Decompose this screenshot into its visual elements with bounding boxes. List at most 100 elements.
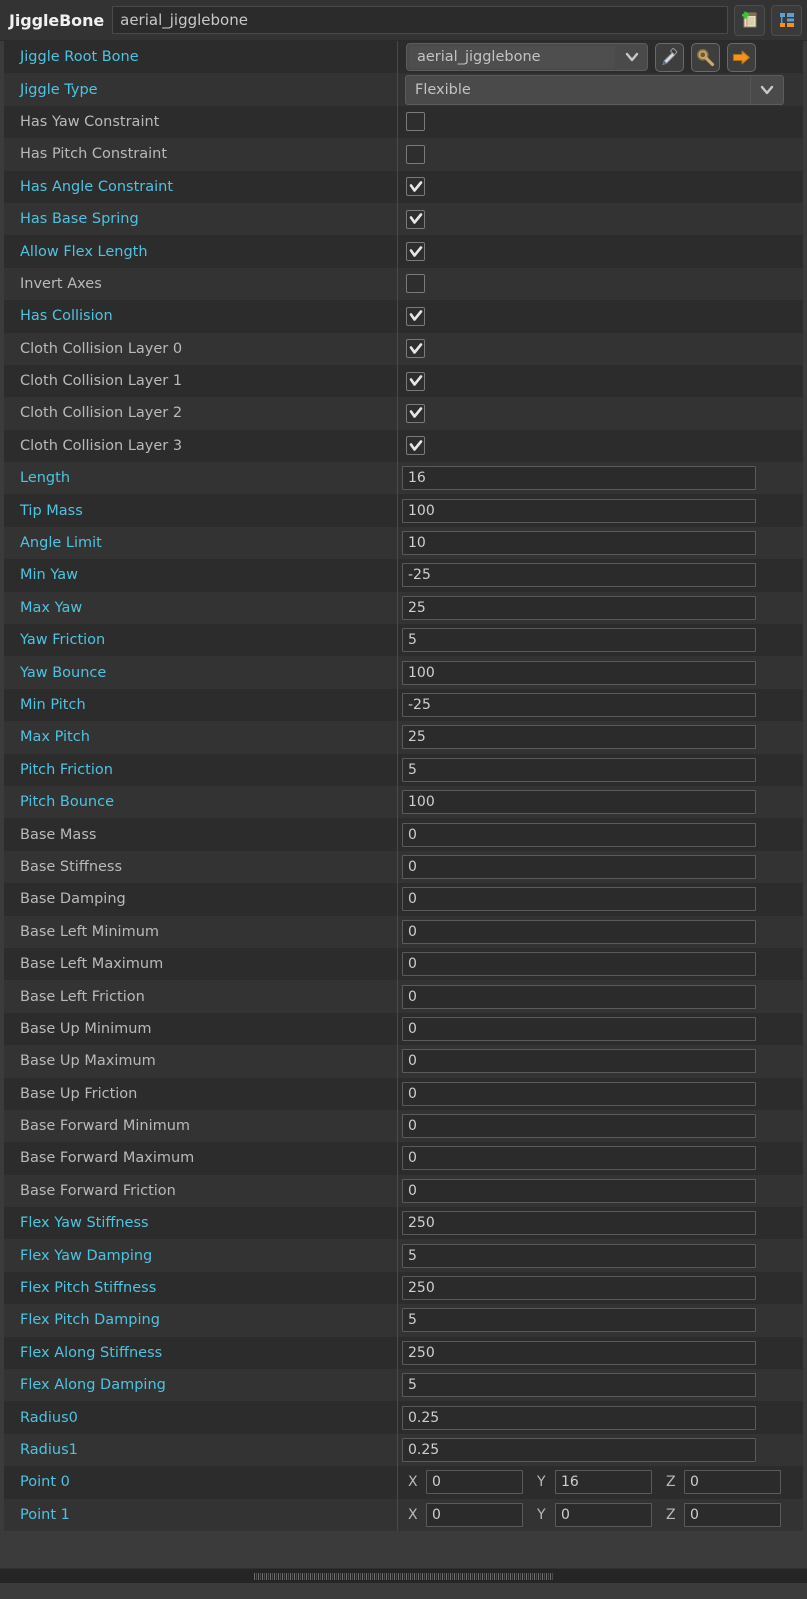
- bone-picker-dropdown[interactable]: aerial_jigglebone: [406, 43, 648, 71]
- property-row: Flex Along Damping: [4, 1369, 803, 1401]
- value-input[interactable]: [402, 1211, 756, 1235]
- vector-input-y[interactable]: [555, 1503, 652, 1527]
- value-input[interactable]: [402, 661, 756, 685]
- checkbox-has-base-spring[interactable]: [406, 210, 425, 229]
- checkbox-cloth-collision-layer-3[interactable]: [406, 436, 425, 455]
- checkbox-cloth-collision-layer-2[interactable]: [406, 404, 425, 423]
- value-input[interactable]: [402, 985, 756, 1009]
- property-label: Has Collision: [4, 308, 397, 324]
- property-label: Has Yaw Constraint: [4, 114, 397, 130]
- property-rows: Jiggle Root Boneaerial_jiggleboneJiggle …: [0, 41, 807, 1568]
- checkbox-cloth-collision-layer-1[interactable]: [406, 372, 425, 391]
- find-bone-button[interactable]: [691, 43, 720, 72]
- resize-grip[interactable]: [254, 1573, 554, 1580]
- property-value: [397, 1434, 803, 1466]
- check-icon: [409, 180, 423, 194]
- vector-input-z[interactable]: [684, 1503, 781, 1527]
- checkbox-has-angle-constraint[interactable]: [406, 177, 425, 196]
- bone-picker-chevron[interactable]: [617, 48, 647, 66]
- value-input[interactable]: [402, 1114, 756, 1138]
- value-input[interactable]: [402, 1049, 756, 1073]
- property-value: [397, 754, 803, 786]
- property-value: [397, 106, 803, 138]
- property-value: XYZ: [397, 1499, 803, 1531]
- value-input[interactable]: [402, 920, 756, 944]
- value-input[interactable]: [402, 531, 756, 555]
- vector-input-y[interactable]: [555, 1470, 652, 1494]
- value-input[interactable]: [402, 1146, 756, 1170]
- checkbox-cloth-collision-layer-0[interactable]: [406, 339, 425, 358]
- property-value: [397, 948, 803, 980]
- pick-bone-button[interactable]: [655, 43, 684, 72]
- goto-bone-button[interactable]: [727, 43, 756, 72]
- jiggle-type-dropdown[interactable]: Flexible: [405, 75, 784, 105]
- checkbox-allow-flex-length[interactable]: [406, 242, 425, 261]
- value-input[interactable]: [402, 1244, 756, 1268]
- value-input[interactable]: [402, 1341, 756, 1365]
- value-input[interactable]: [402, 1179, 756, 1203]
- value-input[interactable]: [402, 1082, 756, 1106]
- list-view-button[interactable]: [771, 5, 802, 36]
- property-value: [397, 235, 803, 267]
- chevron-down-icon: [623, 48, 641, 66]
- panel-footer: [0, 1568, 807, 1583]
- property-label: Cloth Collision Layer 1: [4, 373, 397, 389]
- property-value: [397, 397, 803, 429]
- property-label: Base Up Minimum: [4, 1021, 397, 1037]
- checkbox-has-yaw-constraint[interactable]: [406, 112, 425, 131]
- value-input[interactable]: [402, 628, 756, 652]
- property-label: Tip Mass: [4, 503, 397, 519]
- value-input[interactable]: [402, 725, 756, 749]
- value-input[interactable]: [402, 499, 756, 523]
- check-icon: [409, 212, 423, 226]
- property-value: [397, 883, 803, 915]
- value-input[interactable]: [402, 1438, 756, 1462]
- property-value: [397, 268, 803, 300]
- property-label: Yaw Bounce: [4, 665, 397, 681]
- value-input[interactable]: [402, 1276, 756, 1300]
- vector-field-group: XYZ: [402, 1503, 781, 1527]
- value-input[interactable]: [402, 1373, 756, 1397]
- vector-input-z[interactable]: [684, 1470, 781, 1494]
- page-title: JiggleBone: [5, 11, 112, 30]
- property-label: Base Up Friction: [4, 1086, 397, 1102]
- value-input[interactable]: [402, 823, 756, 847]
- axis-label-z: Z: [666, 1507, 684, 1523]
- vector-input-x[interactable]: [426, 1470, 523, 1494]
- property-row: Flex Yaw Stiffness: [4, 1207, 803, 1239]
- property-value: [397, 430, 803, 462]
- checkbox-invert-axes[interactable]: [406, 274, 425, 293]
- value-input[interactable]: [402, 1017, 756, 1041]
- value-input[interactable]: [402, 466, 756, 490]
- property-value: [397, 592, 803, 624]
- property-row: Tip Mass: [4, 494, 803, 526]
- property-label: Has Pitch Constraint: [4, 146, 397, 162]
- jigglebone-name-input[interactable]: [112, 6, 728, 34]
- property-label: Flex Along Damping: [4, 1377, 397, 1393]
- checkbox-has-pitch-constraint[interactable]: [406, 145, 425, 164]
- property-row: Yaw Friction: [4, 624, 803, 656]
- value-input[interactable]: [402, 1308, 756, 1332]
- chevron-down-icon: [758, 81, 776, 99]
- value-input[interactable]: [402, 758, 756, 782]
- property-row: Length: [4, 462, 803, 494]
- property-value: [397, 1337, 803, 1369]
- eyedropper-icon: [659, 47, 680, 68]
- value-input[interactable]: [402, 1406, 756, 1430]
- new-jigglebone-button[interactable]: [734, 5, 765, 36]
- checkbox-has-collision[interactable]: [406, 307, 425, 326]
- property-label: Min Yaw: [4, 567, 397, 583]
- vector-input-x[interactable]: [426, 1503, 523, 1527]
- value-input[interactable]: [402, 693, 756, 717]
- value-input[interactable]: [402, 596, 756, 620]
- jiggle-type-chevron[interactable]: [750, 76, 783, 104]
- value-input[interactable]: [402, 855, 756, 879]
- value-input[interactable]: [402, 952, 756, 976]
- value-input[interactable]: [402, 790, 756, 814]
- property-label: Point 0: [4, 1474, 397, 1490]
- property-value: [397, 980, 803, 1012]
- property-label: Jiggle Type: [4, 82, 397, 98]
- value-input[interactable]: [402, 563, 756, 587]
- property-value: [397, 462, 803, 494]
- value-input[interactable]: [402, 887, 756, 911]
